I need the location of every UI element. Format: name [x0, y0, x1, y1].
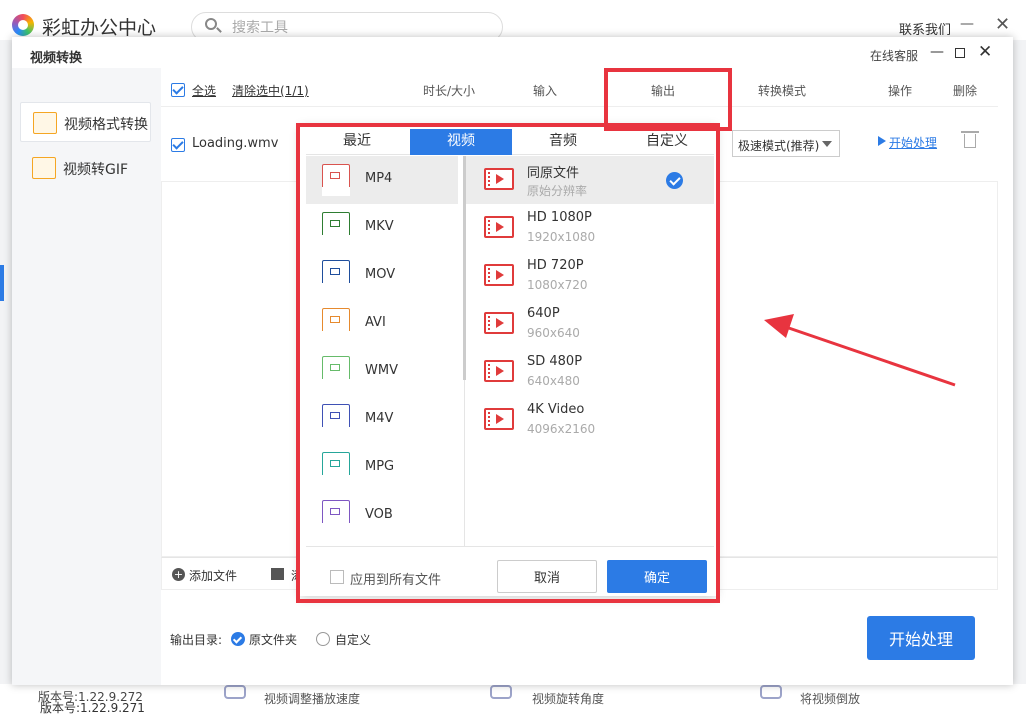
- video-convert-icon: [33, 112, 57, 134]
- col-mode: 转换模式: [758, 84, 807, 98]
- app-logo-icon: [12, 14, 34, 36]
- add-file-button[interactable]: 添加文件: [189, 567, 237, 584]
- online-service-link[interactable]: 在线客服: [870, 47, 918, 64]
- highlight-box: [604, 68, 732, 131]
- sidebar-item-label: 视频格式转换: [64, 117, 148, 133]
- play-icon: [878, 136, 886, 146]
- sidebar-item-label: 视频转GIF: [63, 162, 129, 178]
- dialog-version: 版本号:1.22.9.272: [38, 690, 143, 704]
- annotation-arrow: [764, 314, 956, 387]
- row-checkbox[interactable]: [171, 138, 185, 152]
- col-input: 输入: [533, 84, 558, 98]
- radio-original-folder[interactable]: [231, 632, 245, 646]
- option-custom[interactable]: 自定义: [335, 631, 371, 648]
- output-dir-label: 输出目录:: [170, 633, 223, 647]
- list-header: 全选 清除选中(1/1) 时长/大小 输入 输出 转换模式 操作 删除: [161, 73, 998, 107]
- sidebar-item-gif[interactable]: 视频转GIF: [20, 148, 151, 188]
- col-action: 操作: [888, 84, 913, 98]
- maximize-icon[interactable]: [955, 48, 965, 58]
- row-start-link[interactable]: 开始处理: [889, 134, 937, 151]
- close-icon[interactable]: ✕: [978, 42, 992, 62]
- sidebar: 视频格式转换 视频转GIF 版本号:1.22.9.272: [12, 68, 161, 704]
- chevron-down-icon: [822, 141, 832, 147]
- gif-icon: [32, 157, 56, 179]
- dialog-title: 视频转换: [30, 51, 83, 66]
- highlight-box: [296, 123, 720, 603]
- search-icon: [205, 18, 217, 30]
- col-delete: 删除: [953, 84, 978, 98]
- select-all-checkbox[interactable]: [171, 83, 185, 97]
- rotate-tool-icon: [490, 685, 512, 699]
- col-duration: 时长/大小: [423, 84, 476, 98]
- minimize-icon[interactable]: —: [930, 44, 944, 60]
- sidebar-item-format-convert[interactable]: 视频格式转换: [20, 102, 151, 142]
- reverse-tool-icon: [760, 685, 782, 699]
- tools-strip: [0, 684, 1026, 722]
- app-minimize-icon[interactable]: —: [960, 16, 974, 32]
- nav-indicator: [0, 265, 4, 301]
- app-close-icon[interactable]: ✕: [995, 14, 1010, 35]
- start-process-button[interactable]: 开始处理: [867, 616, 975, 660]
- radio-custom[interactable]: [316, 632, 330, 646]
- add-folder-icon: [271, 568, 284, 580]
- file-name: Loading.wmv: [192, 136, 279, 151]
- select-all-link[interactable]: 全选: [192, 82, 216, 99]
- plus-circle-icon: +: [172, 568, 185, 581]
- clear-selection-link[interactable]: 清除选中(1/1): [232, 82, 309, 99]
- option-original-folder[interactable]: 原文件夹: [249, 631, 297, 648]
- tool-reverse[interactable]: 将视频倒放: [800, 690, 860, 707]
- trash-icon[interactable]: [961, 131, 979, 148]
- speed-tool-icon: [224, 685, 246, 699]
- tool-rotate[interactable]: 视频旋转角度: [532, 690, 604, 707]
- app-title: 彩虹办公中心: [42, 17, 157, 39]
- tool-speed[interactable]: 视频调整播放速度: [264, 690, 360, 707]
- contact-link[interactable]: 联系我们: [899, 19, 951, 38]
- search-placeholder: 搜索工具: [232, 20, 288, 36]
